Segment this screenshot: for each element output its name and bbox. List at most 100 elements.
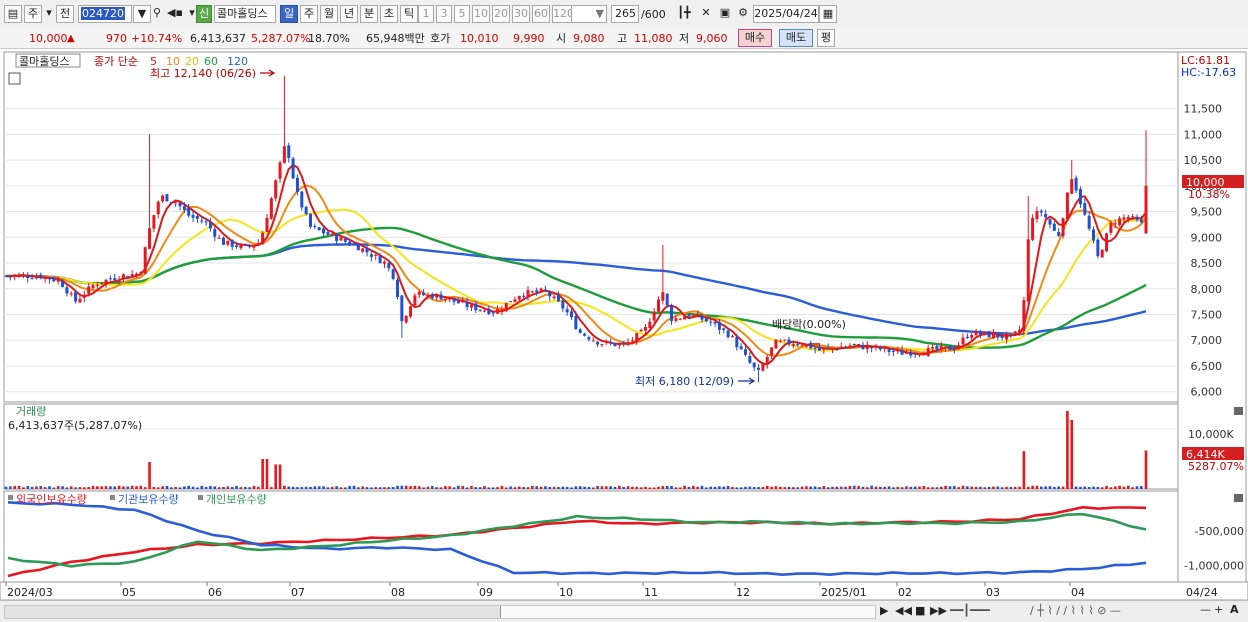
volume-bar — [504, 487, 508, 489]
candle-body — [591, 340, 595, 342]
chevron-down-icon[interactable]: ▾ — [44, 5, 54, 23]
font-size-icon[interactable]: A — [1230, 603, 1239, 616]
volume-bar — [983, 487, 987, 489]
volume-bar — [426, 486, 430, 489]
interval-button-60[interactable]: 60 — [532, 5, 550, 23]
stock-chart[interactable]: 6,000 6,500 7,000 7,500 8,000 8,500 9,000 9,500… — [0, 50, 1248, 600]
x-tick-label: 02 — [898, 586, 912, 599]
scroll-thumb[interactable] — [500, 606, 875, 618]
volume-bar — [152, 487, 156, 489]
zoom-slider[interactable]: ━━┃━━━ — [950, 604, 990, 617]
volume-bar — [709, 486, 712, 489]
count-total: /600 — [641, 8, 666, 21]
ex-dividend-label: 배당락(0.00%) — [772, 318, 846, 331]
rewind-icon[interactable]: ◀◀ — [895, 604, 912, 617]
low-value: 9,060 — [696, 32, 728, 45]
speaker-icon[interactable]: ◀▪ — [166, 5, 184, 23]
candle-body — [931, 347, 935, 349]
tab-period-1[interactable]: 주 — [300, 5, 318, 23]
crosshair-icon[interactable]: ✕ — [697, 5, 715, 23]
candle-body — [239, 244, 243, 249]
candle-body — [1039, 210, 1043, 213]
tab-period-3[interactable]: 년 — [340, 5, 358, 23]
play-icon[interactable]: ▶ — [880, 604, 888, 617]
stop-icon[interactable]: ■ — [915, 604, 925, 617]
candle-body — [426, 294, 430, 296]
candle-icon[interactable]: ┃╋ — [675, 5, 693, 23]
volume-bar — [187, 485, 190, 489]
evaluate-button[interactable]: 평 — [817, 29, 835, 47]
holding-tick-label: -500,000 — [1195, 525, 1244, 538]
zoom-in-icon[interactable]: + — [1214, 603, 1223, 616]
candle-body — [996, 334, 1000, 338]
candle-body — [443, 299, 447, 301]
gear-icon[interactable]: ⚙ — [734, 5, 752, 23]
scroll-bar[interactable]: ▶ ◀◀ ■ ▶▶ ━━┃━━━ ∕ ┼ ⌇ ∕ ∕ ⌇ ⌇ ⌇ ⊘ — — +… — [0, 600, 1248, 622]
candle-body — [121, 274, 125, 279]
print-icon[interactable]: ▣ — [716, 5, 734, 23]
low-label: 저 — [679, 32, 690, 45]
prev-button[interactable]: 전 — [56, 5, 74, 23]
candle-body — [174, 202, 178, 204]
tab-period-4[interactable]: 분 — [360, 5, 378, 23]
volume-bar — [422, 487, 425, 489]
volume-bar — [1144, 450, 1148, 489]
candle-body — [1078, 189, 1082, 205]
interval-select[interactable]: ▼ — [571, 5, 607, 23]
volume-bar — [322, 486, 325, 489]
tab-period-0[interactable]: 일 — [280, 5, 298, 23]
candle-body — [974, 330, 978, 336]
tools-icons[interactable]: ∕ ┼ ⌇ ∕ ∕ ⌇ ⌇ ⌇ ⊘ — — [1030, 604, 1121, 617]
interval-button-120[interactable]: 120 — [552, 5, 574, 23]
menu-icon[interactable]: ▤ — [4, 5, 22, 23]
volume-bar — [883, 486, 886, 489]
candle-body — [683, 316, 687, 320]
candle-body — [574, 316, 578, 330]
search-icon[interactable]: ⚲ — [148, 5, 166, 23]
candle-body — [556, 294, 560, 302]
price-tick-label: 9,500 — [1191, 206, 1223, 219]
date-input[interactable]: 2025/04/24 — [753, 5, 819, 23]
tab-period-5[interactable]: 초 — [380, 5, 398, 23]
candle-body — [674, 318, 678, 321]
interval-button-20[interactable]: 20 — [492, 5, 510, 23]
zoom-out-icon[interactable]: — — [1200, 603, 1211, 616]
candle-body — [487, 308, 491, 314]
calendar-icon[interactable]: ▦ — [819, 5, 837, 23]
volume-bar — [43, 487, 47, 489]
candle-body — [52, 277, 56, 282]
sell-button[interactable]: 매도 — [779, 29, 813, 47]
volume-bar — [848, 486, 852, 489]
volume-bar — [130, 485, 134, 489]
market-type-button[interactable]: 주 — [24, 5, 42, 23]
stock-name-field[interactable]: 콜마홀딩스 — [214, 5, 276, 23]
volume-bar — [61, 486, 64, 489]
volume-bar — [770, 486, 773, 489]
volume-bar — [1100, 487, 1104, 489]
volume-bar — [261, 459, 264, 489]
volume-bar — [613, 486, 617, 489]
buy-button[interactable]: 매수 — [738, 29, 772, 47]
candle-body — [217, 237, 221, 239]
candle-body — [648, 321, 652, 329]
holding-legend-0: 외국인보유수량 — [16, 493, 87, 506]
candle-body — [944, 346, 948, 348]
interval-button-30[interactable]: 30 — [512, 5, 530, 23]
volume-bar — [631, 486, 634, 489]
fast-forward-icon[interactable]: ▶▶ — [930, 604, 947, 617]
interval-button-5[interactable]: 5 — [454, 5, 470, 23]
interval-button-1[interactable]: 1 — [418, 5, 434, 23]
interval-button-3[interactable]: 3 — [436, 5, 452, 23]
candle-body — [282, 146, 286, 163]
tab-period-6[interactable]: 틱 — [400, 5, 418, 23]
candle-body — [148, 228, 152, 249]
candle-body — [1083, 203, 1087, 215]
count-input[interactable]: 265 — [611, 5, 639, 23]
scroll-track[interactable] — [4, 605, 876, 619]
interval-button-10[interactable]: 10 — [472, 5, 490, 23]
volume-bar — [813, 486, 817, 489]
volume-bar — [13, 486, 16, 489]
hc-label: HC:-17.63 — [1181, 66, 1236, 79]
stock-code-input[interactable]: 024720 — [78, 5, 132, 23]
tab-period-2[interactable]: 월 — [320, 5, 338, 23]
